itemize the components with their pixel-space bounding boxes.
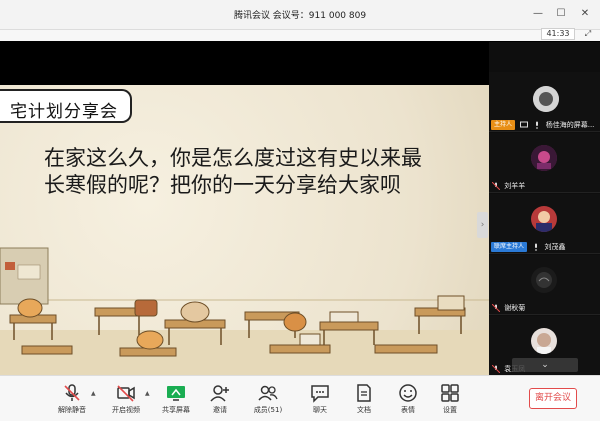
- audio-options-caret-icon[interactable]: ▲: [91, 390, 96, 397]
- share-screen-button[interactable]: 共享屏幕: [158, 383, 194, 419]
- start-video-label: 开启视频: [112, 406, 140, 414]
- document-icon: [357, 384, 371, 402]
- participant-name: 刘羊羊: [504, 182, 526, 190]
- documents-button[interactable]: 文档: [346, 383, 382, 419]
- chat-icon: [311, 385, 329, 403]
- sub-bar: [0, 30, 600, 41]
- classroom-illustration: [0, 247, 489, 375]
- slide-title: 宅计划分享会: [10, 102, 118, 122]
- avatar: [531, 145, 557, 171]
- slide-body-text: 在家这么久，你是怎么度过这有史以来最长寒假的呢？把你的一天分享给大家呗: [44, 146, 422, 197]
- fullscreen-icon[interactable]: ⤢: [583, 29, 593, 39]
- scroll-down-icon[interactable]: ⌄: [512, 358, 578, 372]
- members-icon: [258, 385, 278, 401]
- window-title: 腾讯会议 会议号：911 000 809: [233, 11, 367, 21]
- screen-share-icon: [520, 121, 529, 128]
- invite-button[interactable]: 邀请: [202, 383, 238, 419]
- participant-namebar: 谢秋菊: [489, 302, 600, 314]
- members-button[interactable]: 成员(51): [250, 383, 286, 419]
- slide-title-badge: 宅计划分享会: [0, 89, 132, 123]
- avatar: [533, 86, 559, 112]
- avatar: [531, 328, 557, 354]
- participant-name: 刘茂鑫: [544, 243, 566, 251]
- participant-tile[interactable]: 联席主持人 刘茂鑫: [489, 194, 600, 254]
- meeting-timer: 41:33: [541, 28, 575, 40]
- cohost-badge: 联席主持人: [491, 242, 528, 252]
- participant-namebar: 主持人 杨佳海的屏幕...: [489, 119, 600, 131]
- settings-label: 设置: [443, 406, 457, 414]
- members-label: 成员(51): [253, 406, 283, 414]
- participant-tile[interactable]: 刘羊羊: [489, 133, 600, 193]
- mic-icon: [535, 243, 538, 251]
- participant-namebar: 联席主持人 刘茂鑫: [489, 241, 600, 253]
- start-video-button[interactable]: 开启视频: [108, 383, 144, 419]
- video-options-caret-icon[interactable]: ▲: [145, 390, 150, 397]
- emoji-icon: [399, 384, 417, 402]
- title-bar: 腾讯会议 会议号：911 000 809 — ☐ ✕: [0, 0, 600, 30]
- participant-tile[interactable]: 谢秋菊: [489, 255, 600, 315]
- leave-meeting-button[interactable]: 离开会议: [529, 388, 577, 409]
- mic-icon: [536, 121, 539, 129]
- settings-grid-icon: [441, 384, 459, 402]
- mic-muted-icon: [492, 304, 500, 312]
- participant-namebar: 刘羊羊: [489, 180, 600, 192]
- unmute-label: 解除静音: [58, 406, 86, 414]
- host-badge: 主持人: [491, 120, 516, 130]
- reactions-button[interactable]: 表情: [390, 383, 426, 419]
- unmute-button[interactable]: 解除静音: [54, 383, 90, 419]
- mic-muted-icon: [64, 384, 80, 401]
- settings-button[interactable]: 设置: [432, 383, 468, 419]
- camera-off-icon: [117, 385, 135, 402]
- add-person-icon: [210, 385, 229, 402]
- chat-button[interactable]: 聊天: [302, 383, 338, 419]
- minimize-icon[interactable]: —: [530, 6, 546, 22]
- panel-toggle-arrow-icon[interactable]: ›: [477, 212, 488, 238]
- share-screen-icon: [167, 386, 185, 401]
- avatar: [531, 206, 557, 232]
- close-icon[interactable]: ✕: [577, 6, 593, 22]
- maximize-icon[interactable]: ☐: [553, 6, 569, 22]
- mic-muted-icon: [492, 365, 500, 373]
- avatar: [531, 267, 557, 293]
- mic-muted-icon: [492, 182, 500, 190]
- participant-tile[interactable]: 主持人 杨佳海的屏幕...: [489, 72, 600, 132]
- participant-name: 谢秋菊: [504, 304, 526, 312]
- shared-slide: 宅计划分享会 在家这么久，你是怎么度过这有史以来最长寒假的呢？把你的一天分享给大…: [0, 85, 489, 375]
- participant-name: 杨佳海的屏幕...: [545, 121, 595, 129]
